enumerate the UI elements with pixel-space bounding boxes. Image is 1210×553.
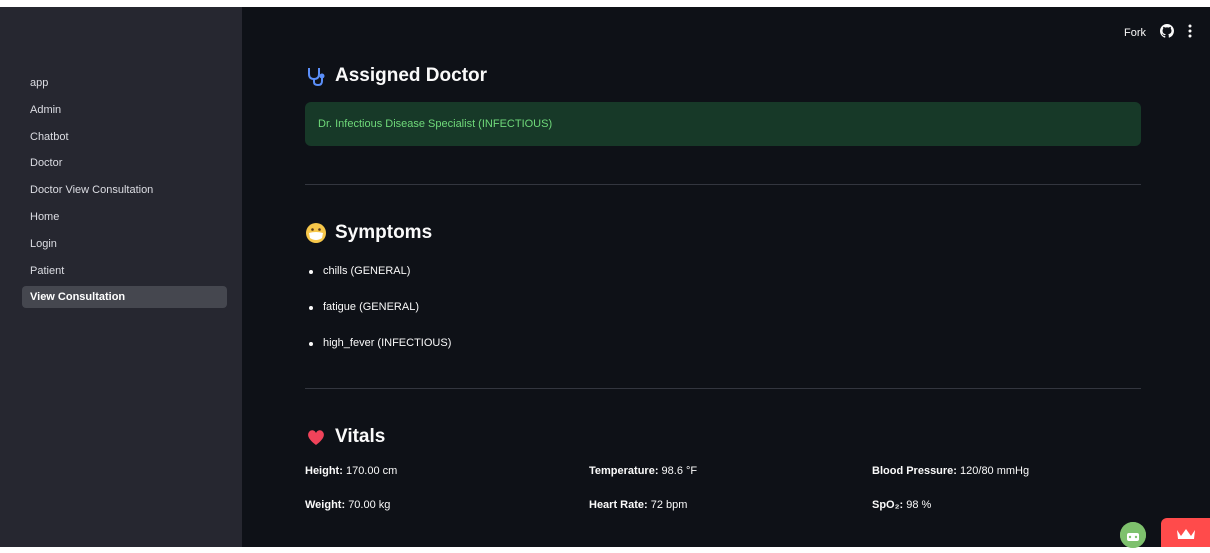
- stethoscope-icon: [305, 65, 327, 87]
- vital-label: Blood Pressure:: [872, 465, 957, 477]
- divider: [305, 388, 1141, 389]
- sidebar-item-patient[interactable]: Patient: [22, 260, 227, 282]
- vital-label: SpO₂:: [872, 499, 904, 511]
- vital-value: 72 bpm: [650, 499, 688, 511]
- main-content: Fork Assigned Doctor Dr. Infectious Dise…: [242, 7, 1210, 547]
- list-item: high_fever (INFECTIOUS): [305, 337, 451, 373]
- symptoms-heading: Symptoms: [305, 222, 432, 244]
- bullet-icon: [309, 270, 313, 274]
- vital-height: Height: 170.00 cm: [305, 465, 397, 477]
- vitals-title: Vitals: [335, 426, 386, 447]
- app-frame: app Admin Chatbot Doctor Doctor View Con…: [0, 7, 1210, 547]
- symptom-text: chills (GENERAL): [323, 265, 411, 277]
- symptoms-title: Symptoms: [335, 222, 433, 243]
- sidebar: app Admin Chatbot Doctor Doctor View Con…: [0, 7, 242, 547]
- avatar-icon[interactable]: [1120, 522, 1146, 548]
- heart-icon: [305, 426, 327, 448]
- vital-weight: Weight: 70.00 kg: [305, 499, 390, 511]
- assigned-doctor-name: Dr. Infectious Disease Specialist (INFEC…: [318, 118, 553, 130]
- list-item: fatigue (GENERAL): [305, 301, 451, 337]
- fork-button[interactable]: Fork: [1124, 27, 1146, 39]
- symptom-text: high_fever (INFECTIOUS): [323, 337, 452, 349]
- vitals-heading: Vitals: [305, 426, 385, 448]
- bullet-icon: [309, 342, 313, 346]
- github-icon[interactable]: [1160, 24, 1174, 41]
- divider: [305, 184, 1141, 185]
- toolbar: Fork: [1124, 24, 1192, 41]
- vital-spo2: SpO₂: 98 %: [872, 499, 931, 511]
- symptoms-list: chills (GENERAL) fatigue (GENERAL) high_…: [305, 265, 451, 373]
- vital-label: Temperature:: [589, 465, 659, 477]
- vital-value: 170.00 cm: [345, 465, 398, 477]
- vital-value: 70.00 kg: [348, 499, 391, 511]
- sidebar-item-doctor[interactable]: Doctor: [22, 152, 227, 174]
- vital-temperature: Temperature: 98.6 °F: [589, 465, 697, 477]
- sidebar-item-doctor-view-consultation[interactable]: Doctor View Consultation: [22, 179, 227, 201]
- vital-value: 98.6 °F: [661, 465, 698, 477]
- sidebar-item-login[interactable]: Login: [22, 233, 227, 255]
- bullet-icon: [309, 306, 313, 310]
- crown-icon[interactable]: [1161, 518, 1210, 547]
- sidebar-item-app[interactable]: app: [22, 72, 227, 94]
- vital-value: 120/80 mmHg: [960, 465, 1030, 477]
- vital-label: Height:: [305, 465, 343, 477]
- assigned-doctor-alert: Dr. Infectious Disease Specialist (INFEC…: [305, 102, 1141, 146]
- sidebar-item-view-consultation[interactable]: View Consultation: [22, 286, 227, 309]
- list-item: chills (GENERAL): [305, 265, 451, 301]
- sidebar-item-admin[interactable]: Admin: [22, 99, 227, 121]
- assigned-doctor-title: Assigned Doctor: [335, 65, 488, 86]
- face-with-mask-icon: [305, 222, 327, 244]
- vital-heart-rate: Heart Rate: 72 bpm: [589, 499, 687, 511]
- vital-label: Weight:: [305, 499, 346, 511]
- assigned-doctor-heading: Assigned Doctor: [305, 65, 487, 87]
- kebab-menu-icon[interactable]: [1188, 24, 1192, 41]
- vital-blood-pressure: Blood Pressure: 120/80 mmHg: [872, 465, 1029, 477]
- sidebar-item-chatbot[interactable]: Chatbot: [22, 126, 227, 148]
- vital-label: Heart Rate:: [589, 499, 648, 511]
- vital-value: 98 %: [906, 499, 932, 511]
- sidebar-item-home[interactable]: Home: [22, 206, 227, 228]
- symptom-text: fatigue (GENERAL): [323, 301, 419, 313]
